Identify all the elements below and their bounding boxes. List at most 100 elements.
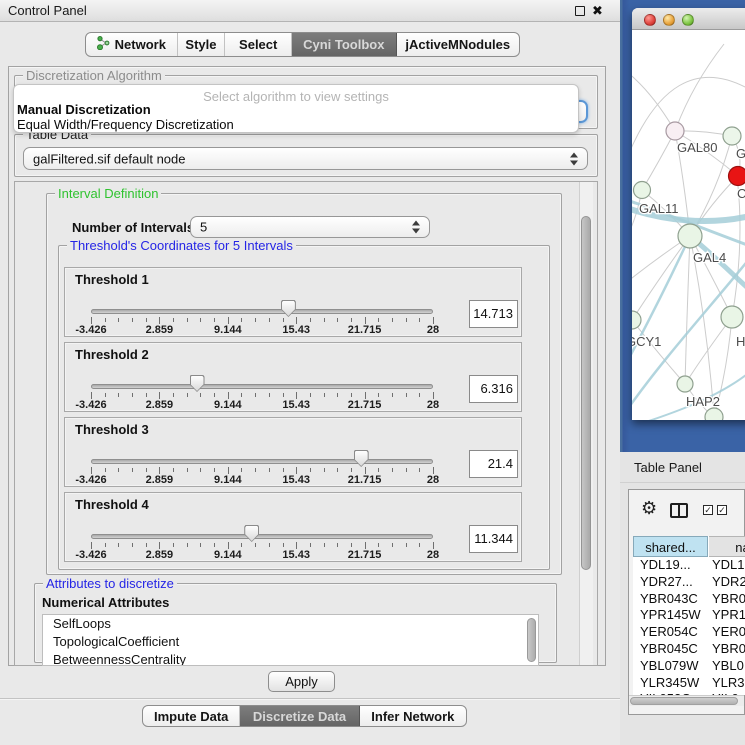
slider-tick bbox=[255, 468, 256, 472]
tab-discretize-data[interactable]: Discretize Data bbox=[240, 706, 359, 726]
slider-tick bbox=[105, 468, 106, 472]
float-icon[interactable] bbox=[575, 6, 585, 16]
node-GAL80[interactable] bbox=[666, 122, 684, 140]
slider-tick-label: 9.144 bbox=[204, 549, 252, 561]
numerical-attributes-list[interactable]: SelfLoopsTopologicalCoefficientBetweenne… bbox=[42, 614, 539, 666]
node-GCY1[interactable] bbox=[632, 311, 641, 329]
control-panel-title: Control Panel bbox=[8, 0, 87, 22]
table-row[interactable]: YLR345WYLR3 bbox=[633, 675, 745, 692]
cell-name: YBR0 bbox=[712, 641, 745, 656]
slider-tick bbox=[351, 543, 352, 547]
columns-icon[interactable] bbox=[670, 503, 688, 518]
table-row[interactable]: YBR043CYBR0 bbox=[633, 591, 745, 608]
column-header-name[interactable]: name bbox=[709, 536, 745, 557]
tab-cyni-toolbox[interactable]: Cyni Toolbox bbox=[292, 33, 397, 56]
table-row[interactable]: YER054CYER0 bbox=[633, 624, 745, 641]
node-label: C bbox=[737, 186, 745, 201]
close-traffic-light-icon[interactable] bbox=[644, 14, 656, 26]
close-icon[interactable]: ✖ bbox=[592, 2, 603, 20]
cell-name: YER0 bbox=[712, 624, 745, 639]
cell-shared-name: YDR27... bbox=[640, 574, 693, 589]
slider-tick bbox=[255, 393, 256, 397]
node-GAL11[interactable] bbox=[634, 182, 651, 199]
minimize-traffic-light-icon[interactable] bbox=[663, 14, 675, 26]
numerical-attributes-label: Numerical Attributes bbox=[42, 595, 169, 610]
tab-infer-network[interactable]: Infer Network bbox=[360, 706, 466, 726]
column-header-shared-name[interactable]: shared... bbox=[633, 536, 708, 557]
algorithm-option-equal-width[interactable]: Equal Width/Frequency Discretization bbox=[17, 117, 234, 132]
threshold-slider-track[interactable] bbox=[91, 384, 433, 389]
threshold-value-field[interactable]: 6.316 bbox=[469, 375, 518, 403]
horizontal-scrollbar-thumb[interactable] bbox=[630, 697, 738, 705]
node-H[interactable] bbox=[721, 306, 743, 328]
slider-tick bbox=[269, 543, 270, 547]
tab-style[interactable]: Style bbox=[178, 33, 226, 56]
slider-tick-label: 2.859 bbox=[135, 324, 183, 336]
tab-network[interactable]: Network bbox=[86, 33, 178, 56]
slider-tick-label: 21.715 bbox=[341, 324, 389, 336]
threshold-slider-track[interactable] bbox=[91, 534, 433, 539]
list-item[interactable]: TopologicalCoefficient bbox=[43, 633, 538, 651]
zoom-traffic-light-icon[interactable] bbox=[682, 14, 694, 26]
slider-tick bbox=[392, 543, 393, 547]
slider-tick-label: -3.426 bbox=[67, 399, 115, 411]
number-of-intervals-combo[interactable]: 5 bbox=[190, 216, 430, 238]
vertical-scrollbar-thumb[interactable] bbox=[581, 216, 591, 570]
node-GA[interactable] bbox=[723, 127, 741, 145]
slider-tick bbox=[324, 318, 325, 322]
horizontal-scrollbar-track[interactable] bbox=[629, 695, 744, 706]
threshold-slider-track[interactable] bbox=[91, 309, 433, 314]
slider-tick bbox=[132, 393, 133, 397]
network-canvas[interactable]: GAL80GACGAL11GAL4GCY1HHAP2 bbox=[632, 30, 745, 420]
algorithm-option-manual[interactable]: Manual Discretization bbox=[17, 102, 151, 117]
node-GAL4[interactable] bbox=[678, 224, 702, 248]
network-icon bbox=[97, 36, 110, 53]
checkbox-icon[interactable]: ✓ bbox=[717, 505, 727, 515]
list-item[interactable]: SelfLoops bbox=[43, 615, 538, 633]
slider-tick bbox=[419, 543, 420, 547]
slider-tick bbox=[187, 468, 188, 472]
slider-tick-label: 15.43 bbox=[272, 549, 320, 561]
slider-tick bbox=[173, 318, 174, 322]
list-scrollbar-thumb[interactable] bbox=[527, 618, 536, 662]
threshold-slider-thumb[interactable] bbox=[244, 525, 259, 542]
node-label: GAL80 bbox=[677, 140, 717, 155]
slider-tick bbox=[159, 542, 160, 549]
node-label: GA bbox=[736, 146, 745, 161]
table-row[interactable]: YDL19...YDL1 bbox=[633, 557, 745, 574]
node-HAP2[interactable] bbox=[677, 376, 693, 392]
checkbox-icon[interactable]: ✓ bbox=[703, 505, 713, 515]
node-C[interactable] bbox=[729, 167, 745, 186]
slider-tick bbox=[378, 393, 379, 397]
apply-button[interactable]: Apply bbox=[268, 671, 335, 692]
cell-name: YBL0 bbox=[712, 658, 744, 673]
table-row[interactable]: YDR27...YDR2 bbox=[633, 574, 745, 591]
tab-select[interactable]: Select bbox=[225, 33, 292, 56]
discretization-algorithm-title: Discretization Algorithm bbox=[23, 68, 165, 83]
tab-impute-data[interactable]: Impute Data bbox=[143, 706, 240, 726]
list-item[interactable]: BetweennessCentrality bbox=[43, 651, 538, 666]
threshold-slider-thumb[interactable] bbox=[281, 300, 296, 317]
slider-tick bbox=[392, 318, 393, 322]
threshold-value-field[interactable]: 14.713 bbox=[469, 300, 518, 328]
table-row[interactable]: YPR145WYPR1 bbox=[633, 607, 745, 624]
threshold-panel: Threshold 4-3.4262.8599.14415.4321.71528… bbox=[64, 492, 522, 562]
threshold-slider-track[interactable] bbox=[91, 459, 433, 464]
threshold-slider-thumb[interactable] bbox=[190, 375, 205, 392]
tab-jactivemnodules[interactable]: jActiveMNodules bbox=[397, 33, 519, 56]
threshold-value-field[interactable]: 21.4 bbox=[469, 450, 518, 478]
slider-tick bbox=[187, 318, 188, 322]
table-row[interactable]: YBL079WYBL0 bbox=[633, 658, 745, 675]
slider-tick bbox=[91, 392, 92, 399]
slider-tick bbox=[351, 318, 352, 322]
node-partial[interactable] bbox=[705, 408, 723, 420]
table-row[interactable]: YBR045CYBR0 bbox=[633, 641, 745, 658]
slider-tick bbox=[228, 467, 229, 474]
threshold-slider-thumb[interactable] bbox=[354, 450, 369, 467]
table-data-combo[interactable]: galFiltered.sif default node bbox=[23, 147, 588, 170]
slider-tick bbox=[378, 468, 379, 472]
gear-icon[interactable]: ⚙ bbox=[641, 498, 657, 519]
threshold-value-field[interactable]: 11.344 bbox=[469, 525, 518, 553]
slider-tick bbox=[228, 392, 229, 399]
slider-tick bbox=[132, 318, 133, 322]
